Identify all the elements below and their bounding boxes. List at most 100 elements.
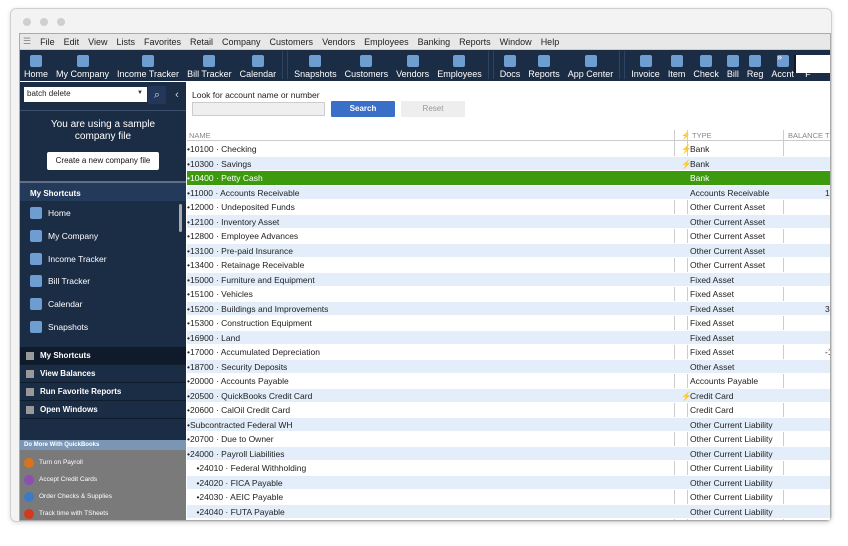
account-name: •11000 · Accounts Receivable bbox=[187, 187, 300, 198]
table-row[interactable]: •18700 · Security Deposits Other Asset bbox=[187, 359, 830, 374]
shortcut-snapshots[interactable]: Snapshots bbox=[20, 315, 180, 338]
menu-employees[interactable]: Employees bbox=[364, 37, 409, 47]
table-row[interactable]: •15100 · Vehicles Fixed Asset bbox=[187, 287, 830, 302]
table-row[interactable]: •15000 · Furniture and Equipment Fixed As… bbox=[187, 272, 830, 287]
toolbar-vendors[interactable]: Vendors bbox=[392, 55, 433, 81]
table-row[interactable]: •24010 · Federal Withholding Other Curren… bbox=[187, 461, 830, 476]
table-row[interactable]: •15200 · Buildings and Improvements Fixed… bbox=[187, 301, 830, 316]
toolbar-label: Invoice bbox=[631, 69, 660, 79]
account-search-input[interactable] bbox=[192, 102, 325, 116]
toolbar-bill-tracker[interactable]: Bill Tracker bbox=[183, 55, 236, 81]
account-type: Fixed Asset bbox=[690, 274, 734, 285]
reset-button[interactable]: Reset bbox=[401, 101, 465, 117]
table-row[interactable]: •24030 · AEIC Payable Other Current Liabi… bbox=[187, 490, 830, 505]
do-more-item[interactable]: Order Checks & Supplies bbox=[20, 488, 186, 505]
minimize-window-button[interactable] bbox=[40, 18, 48, 26]
dropdown-arrow-icon[interactable]: ▼ bbox=[137, 90, 143, 96]
table-row[interactable]: •20700 · Due to Owner Other Current Liabi… bbox=[187, 432, 830, 447]
table-row[interactable]: •20500 · QuickBooks Credit Card ⚡ Credit C… bbox=[187, 388, 830, 403]
table-row[interactable]: •16900 · Land Fixed Asset bbox=[187, 330, 830, 345]
table-row[interactable]: •Subcontracted Federal WH Other Current L… bbox=[187, 417, 830, 432]
search-icon[interactable]: ⌕ bbox=[148, 86, 166, 104]
toolbar-app-center[interactable]: App Center bbox=[564, 55, 618, 81]
shortcut-income-tracker[interactable]: Income Tracker bbox=[20, 247, 180, 270]
toolbar-check[interactable]: Check bbox=[689, 55, 723, 81]
collapse-panel-icon[interactable]: ‹ bbox=[168, 86, 186, 104]
menu-help[interactable]: Help bbox=[541, 37, 560, 47]
shortcut-bill-tracker[interactable]: Bill Tracker bbox=[20, 270, 180, 293]
menu-favorites[interactable]: Favorites bbox=[144, 37, 181, 47]
nav-view-balances[interactable]: View Balances bbox=[20, 365, 186, 383]
toolbar-item[interactable]: Item bbox=[664, 55, 690, 81]
table-row[interactable]: •12100 · Inventory Asset Other Current As… bbox=[187, 214, 830, 229]
toolbar-calendar[interactable]: Calendar bbox=[236, 55, 281, 81]
toolbar-reg[interactable]: Reg bbox=[743, 55, 768, 81]
table-row[interactable]: •24000 · Payroll Liabilities Other Curren… bbox=[187, 446, 830, 461]
toolbar-reports[interactable]: Reports bbox=[524, 55, 564, 81]
toolbar-employees[interactable]: Employees bbox=[433, 55, 486, 81]
column-name[interactable]: NAME bbox=[189, 131, 211, 140]
left-search-input[interactable]: batch delete ▼ bbox=[24, 87, 147, 102]
menu-retail[interactable]: Retail bbox=[190, 37, 213, 47]
account-name: •12800 · Employee Advances bbox=[187, 231, 299, 241]
table-row[interactable]: •20600 · CalOil Credit Card Credit Card bbox=[187, 403, 830, 418]
account-name: •12000 · Undeposited Funds bbox=[187, 202, 295, 212]
toolbar-home[interactable]: Home bbox=[20, 55, 52, 81]
toolbar-customers[interactable]: Customers bbox=[341, 55, 393, 81]
table-row[interactable]: •24040 · FUTA Payable Other Current Liabi… bbox=[187, 504, 830, 519]
system-menu-icon[interactable]: ☰ bbox=[23, 36, 31, 47]
menu-banking[interactable]: Banking bbox=[418, 37, 451, 47]
column-online[interactable]: ⚡ bbox=[681, 131, 690, 140]
shortcuts-scrollbar[interactable] bbox=[179, 204, 182, 232]
maximize-window-button[interactable] bbox=[57, 18, 65, 26]
toolbar-my-company[interactable]: My Company bbox=[52, 55, 113, 81]
table-row[interactable]: •10100 · Checking ⚡ Bank bbox=[187, 142, 830, 157]
table-row[interactable]: •12000 · Undeposited Funds Other Current … bbox=[187, 200, 830, 215]
column-type[interactable]: TYPE bbox=[692, 131, 712, 140]
do-more-label: Turn on Payroll bbox=[39, 459, 83, 466]
table-row[interactable]: •20000 · Accounts Payable Accounts Payabl… bbox=[187, 374, 830, 389]
toolbar-invoice[interactable]: Invoice bbox=[627, 55, 664, 81]
table-row[interactable]: •13100 · Pre-paid Insurance Other Current… bbox=[187, 243, 830, 258]
table-row[interactable]: •15300 · Construction Equipment Fixed Ass… bbox=[187, 316, 830, 331]
table-row[interactable]: •24020 · FICA Payable Other Current Liabi… bbox=[187, 475, 830, 490]
table-row[interactable]: •12800 · Employee Advances Other Current … bbox=[187, 229, 830, 244]
toolbar-search-input[interactable] bbox=[794, 55, 830, 73]
table-row[interactable]: •10400 · Petty Cash Bank bbox=[187, 171, 830, 186]
do-more-item[interactable]: Turn on Payroll bbox=[20, 454, 186, 471]
toolbar-label: Bill Tracker bbox=[187, 69, 232, 79]
nav-open-windows[interactable]: Open Windows bbox=[20, 401, 186, 419]
menu-file[interactable]: File bbox=[40, 37, 55, 47]
toolbar-bill[interactable]: Bill bbox=[723, 55, 743, 81]
do-more-header: Do More With QuickBooks bbox=[20, 440, 186, 450]
menu-company[interactable]: Company bbox=[222, 37, 261, 47]
table-row[interactable]: •17000 · Accumulated Depreciation Fixed A… bbox=[187, 345, 830, 360]
account-name: •24000 · Payroll Liabilities bbox=[187, 448, 285, 459]
toolbar-income-tracker[interactable]: Income Tracker bbox=[113, 55, 183, 81]
do-more-item[interactable]: Accept Credit Cards bbox=[20, 471, 186, 488]
table-row[interactable]: •11000 · Accounts Receivable Accounts Rec… bbox=[187, 185, 830, 200]
create-company-button[interactable]: Create a new company file bbox=[46, 152, 160, 170]
menu-lists[interactable]: Lists bbox=[116, 37, 135, 47]
shortcut-calendar[interactable]: Calendar bbox=[20, 293, 180, 316]
menu-reports[interactable]: Reports bbox=[459, 37, 491, 47]
menu-customers[interactable]: Customers bbox=[270, 37, 314, 47]
menu-window[interactable]: Window bbox=[500, 37, 532, 47]
nav-run-favorite-reports[interactable]: Run Favorite Reports bbox=[20, 383, 186, 401]
close-window-button[interactable] bbox=[23, 18, 31, 26]
shortcut-my-company[interactable]: My Company bbox=[20, 225, 180, 248]
menu-vendors[interactable]: Vendors bbox=[322, 37, 355, 47]
nav-my-shortcuts[interactable]: My Shortcuts bbox=[20, 347, 186, 365]
do-more-item[interactable]: Track time with TSheets bbox=[20, 505, 186, 520]
shortcut-home[interactable]: Home bbox=[20, 202, 180, 225]
toolbar-more-button[interactable]: » bbox=[777, 52, 782, 62]
menu-edit[interactable]: Edit bbox=[64, 37, 80, 47]
column-balance[interactable]: BALANCE T bbox=[788, 131, 830, 140]
toolbar-snapshots[interactable]: Snapshots bbox=[290, 55, 341, 81]
menu-view[interactable]: View bbox=[88, 37, 107, 47]
search-button[interactable]: Search bbox=[331, 101, 395, 117]
table-row[interactable]: •10300 · Savings ⚡ Bank bbox=[187, 156, 830, 171]
toolbar-docs[interactable]: Docs bbox=[496, 55, 525, 81]
table-row[interactable]: •13400 · Retainage Receivable Other Curre… bbox=[187, 258, 830, 273]
account-name: •10300 · Savings bbox=[187, 158, 252, 169]
